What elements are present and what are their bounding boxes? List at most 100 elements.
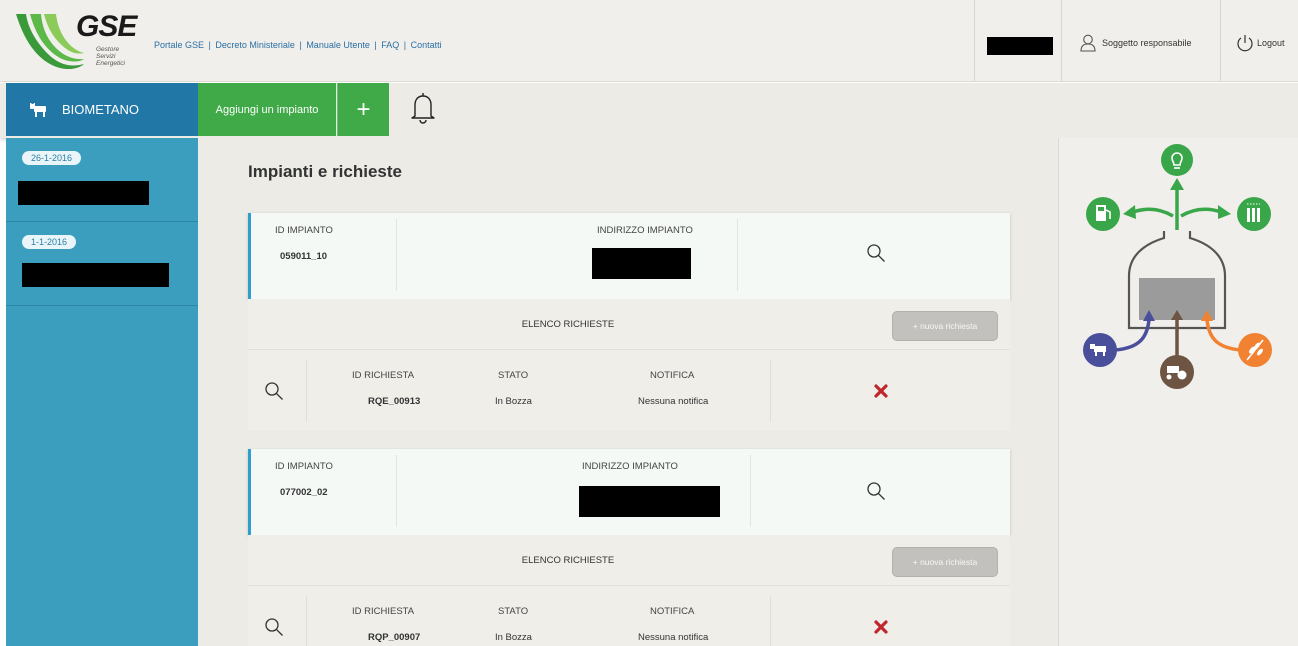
sidebar-item-date: 26-1-2016 bbox=[22, 151, 82, 165]
id-richiesta-label: ID RICHIESTA bbox=[352, 606, 415, 617]
richiesta-row: ID RICHIESTA RQE_00913 STATO In Bozza NO… bbox=[248, 349, 1010, 431]
notifica-value: Nessuna notifica bbox=[638, 632, 709, 643]
link-contatti[interactable]: Contatti bbox=[411, 40, 442, 50]
column-divider bbox=[737, 219, 738, 291]
stato-value: In Bozza bbox=[495, 396, 532, 407]
impianto-card: ID IMPIANTO 077002_02 INDIRIZZO IMPIANTO bbox=[248, 449, 1010, 535]
search-icon bbox=[867, 244, 885, 262]
id-impianto-value: 077002_02 bbox=[280, 487, 328, 498]
column-divider bbox=[770, 360, 771, 422]
link-separator: | bbox=[208, 40, 211, 50]
redacted-address bbox=[579, 486, 720, 517]
header-divider bbox=[974, 0, 975, 82]
id-impianto-label: ID IMPIANTO bbox=[275, 461, 333, 472]
user-label: Soggetto responsabile bbox=[1102, 38, 1192, 48]
stato-label: STATO bbox=[498, 370, 529, 381]
sidebar-item-impianto-1[interactable]: 26-1-2016 bbox=[6, 138, 198, 222]
soggetto-responsabile-button[interactable]: Soggetto responsabile bbox=[1080, 34, 1192, 52]
delete-x-icon bbox=[874, 620, 888, 634]
redacted-address bbox=[592, 248, 691, 279]
column-divider bbox=[396, 455, 397, 527]
aggiungi-impianto-button[interactable]: Aggiungi un impianto bbox=[198, 83, 336, 136]
logo-wordmark: GSE bbox=[76, 10, 137, 43]
indirizzo-impianto-label: INDIRIZZO IMPIANTO bbox=[582, 461, 678, 472]
gse-logo[interactable]: GSE Gestore Servizi Energetici bbox=[14, 10, 142, 74]
nuova-richiesta-label: + nuova richiesta bbox=[912, 321, 978, 331]
elenco-richieste-label: ELENCO RICHIESTE bbox=[521, 319, 615, 330]
elenco-richieste-label: ELENCO RICHIESTE bbox=[521, 555, 615, 566]
view-impianto-button[interactable] bbox=[866, 481, 886, 506]
logo-subline: Gestore bbox=[96, 46, 120, 53]
redacted-item-name bbox=[18, 181, 149, 205]
column-divider bbox=[306, 360, 307, 422]
stato-value: In Bozza bbox=[495, 632, 532, 643]
nuova-richiesta-label: + nuova richiesta bbox=[912, 557, 978, 567]
sidebar-item-impianto-2[interactable]: 1-1-2016 bbox=[6, 222, 198, 306]
view-richiesta-button[interactable] bbox=[264, 617, 284, 642]
logo-subline: Servizi bbox=[96, 53, 116, 60]
elenco-richieste-bar: ELENCO RICHIESTE + nuova richiesta bbox=[248, 535, 1010, 585]
view-impianto-button[interactable] bbox=[866, 243, 886, 268]
indirizzo-impianto-label: INDIRIZZO IMPIANTO bbox=[597, 225, 693, 236]
logout-button[interactable]: Logout bbox=[1236, 34, 1285, 52]
logo-subline: Energetici bbox=[96, 60, 125, 67]
cow-icon bbox=[30, 102, 46, 117]
column-divider bbox=[750, 455, 751, 527]
notifica-value: Nessuna notifica bbox=[638, 396, 709, 407]
richiesta-row: ID RICHIESTA RQP_00907 STATO In Bozza NO… bbox=[248, 585, 1010, 646]
aggiungi-impianto-label: Aggiungi un impianto bbox=[215, 103, 319, 116]
elenco-richieste-bar: ELENCO RICHIESTE + nuova richiesta bbox=[248, 299, 1010, 349]
column-divider bbox=[396, 219, 397, 291]
search-icon bbox=[867, 482, 885, 500]
nuova-richiesta-button[interactable]: + nuova richiesta bbox=[892, 547, 998, 577]
biometano-label: BIOMETANO bbox=[62, 102, 140, 117]
link-faq[interactable]: FAQ bbox=[381, 40, 399, 50]
user-icon bbox=[1080, 34, 1096, 52]
add-plus-button[interactable]: + bbox=[337, 83, 389, 136]
search-icon bbox=[265, 618, 283, 636]
column-divider bbox=[306, 596, 307, 646]
delete-x-icon bbox=[874, 384, 888, 398]
sidebar-item-date: 1-1-2016 bbox=[22, 235, 77, 249]
main-content: Impianti e richieste ID IMPIANTO 059011_… bbox=[198, 138, 1058, 646]
biometano-section-tab[interactable]: BIOMETANO bbox=[6, 83, 198, 136]
id-richiesta-value: RQE_00913 bbox=[368, 396, 421, 407]
header-divider bbox=[1220, 0, 1221, 82]
link-decreto-ministeriale[interactable]: Decreto Ministeriale bbox=[215, 40, 295, 50]
id-richiesta-value: RQP_00907 bbox=[368, 632, 421, 643]
link-portale-gse[interactable]: Portale GSE bbox=[154, 40, 204, 50]
top-header: GSE Gestore Servizi Energetici Portale G… bbox=[0, 0, 1298, 82]
page-title: Impianti e richieste bbox=[248, 162, 402, 181]
search-icon bbox=[265, 382, 283, 400]
link-separator: | bbox=[403, 40, 407, 50]
link-separator: | bbox=[374, 40, 377, 50]
id-impianto-label: ID IMPIANTO bbox=[275, 225, 333, 236]
power-icon bbox=[1237, 35, 1253, 52]
nuova-richiesta-button[interactable]: + nuova richiesta bbox=[892, 311, 998, 341]
gse-logo-swoosh-icon bbox=[16, 14, 84, 70]
notifica-label: NOTIFICA bbox=[650, 370, 695, 381]
column-divider bbox=[770, 596, 771, 646]
bell-icon bbox=[411, 93, 435, 124]
id-richiesta-label: ID RICHIESTA bbox=[352, 370, 415, 381]
notifica-label: NOTIFICA bbox=[650, 606, 695, 617]
delete-richiesta-button[interactable] bbox=[874, 382, 888, 403]
impianti-sidebar: 26-1-2016 1-1-2016 bbox=[6, 138, 198, 646]
impianto-card: ID IMPIANTO 059011_10 INDIRIZZO IMPIANTO bbox=[248, 213, 1010, 299]
redacted-item-name bbox=[22, 263, 169, 287]
header-divider bbox=[1061, 0, 1062, 82]
top-links: Portale GSE | Decreto Ministeriale | Man… bbox=[154, 40, 442, 50]
link-manuale-utente[interactable]: Manuale Utente bbox=[306, 40, 370, 50]
lightbulb-icon bbox=[1161, 144, 1193, 176]
id-impianto-value: 059011_10 bbox=[280, 251, 328, 262]
biomethane-infographic-panel bbox=[1058, 138, 1298, 646]
notifications-button[interactable] bbox=[410, 92, 436, 129]
view-richiesta-button[interactable] bbox=[264, 381, 284, 406]
link-separator: | bbox=[299, 40, 302, 50]
redacted-user-name bbox=[987, 37, 1053, 55]
plus-icon: + bbox=[356, 95, 371, 123]
action-bar: BIOMETANO Aggiungi un impianto + bbox=[0, 83, 1298, 138]
biomethane-plant-infographic-icon bbox=[1083, 144, 1272, 389]
delete-richiesta-button[interactable] bbox=[874, 618, 888, 639]
logout-label: Logout bbox=[1257, 38, 1285, 48]
